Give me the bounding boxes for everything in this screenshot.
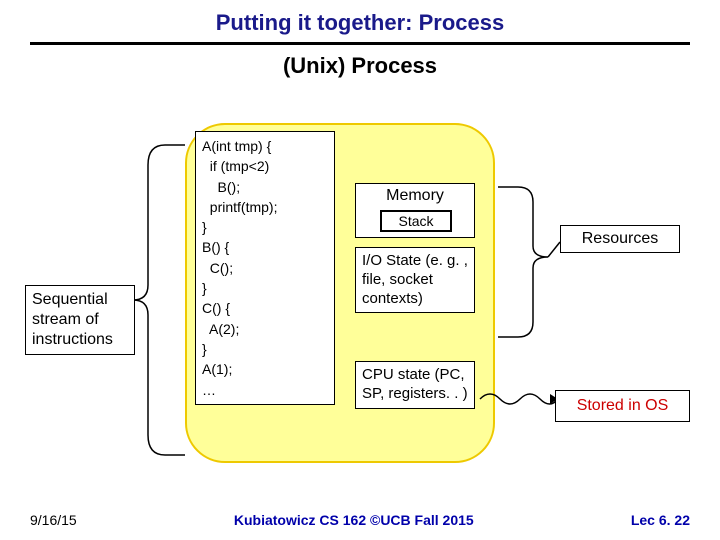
memory-label: Memory bbox=[386, 187, 444, 204]
io-state-box: I/O State (e. g. , file, socket contexts… bbox=[355, 247, 475, 313]
sequential-label: Sequential stream of instructions bbox=[25, 285, 135, 355]
footer-slide-number: Lec 6. 22 bbox=[631, 512, 690, 528]
memory-box: Memory Stack bbox=[355, 183, 475, 238]
title-underline bbox=[30, 42, 690, 45]
code-line: B(); bbox=[202, 177, 328, 197]
stored-in-os-label: Stored in OS bbox=[555, 390, 690, 422]
code-line: … bbox=[202, 380, 328, 400]
code-box: A(int tmp) { if (tmp<2) B(); printf(tmp)… bbox=[195, 131, 335, 405]
code-line: B() { bbox=[202, 237, 328, 257]
code-line: printf(tmp); bbox=[202, 197, 328, 217]
resources-label: Resources bbox=[560, 225, 680, 253]
footer-date: 9/16/15 bbox=[30, 512, 77, 528]
code-line: A(2); bbox=[202, 319, 328, 339]
code-line: A(1); bbox=[202, 359, 328, 379]
slide-subtitle: (Unix) Process bbox=[0, 53, 720, 79]
code-line: } bbox=[202, 339, 328, 359]
footer: 9/16/15 Kubiatowicz CS 162 ©UCB Fall 201… bbox=[0, 512, 720, 528]
stack-box: Stack bbox=[380, 210, 452, 232]
code-line: C(); bbox=[202, 258, 328, 278]
code-line: } bbox=[202, 278, 328, 298]
code-line: A(int tmp) { bbox=[202, 136, 328, 156]
footer-course: Kubiatowicz CS 162 ©UCB Fall 2015 bbox=[234, 512, 474, 528]
resources-bracket bbox=[498, 182, 563, 342]
cpu-state-box: CPU state (PC, SP, registers. . ) bbox=[355, 361, 475, 409]
process-container: A(int tmp) { if (tmp<2) B(); printf(tmp)… bbox=[185, 123, 495, 463]
code-line: if (tmp<2) bbox=[202, 156, 328, 176]
code-line: C() { bbox=[202, 298, 328, 318]
slide-title: Putting it together: Process bbox=[0, 0, 720, 42]
code-line: } bbox=[202, 217, 328, 237]
